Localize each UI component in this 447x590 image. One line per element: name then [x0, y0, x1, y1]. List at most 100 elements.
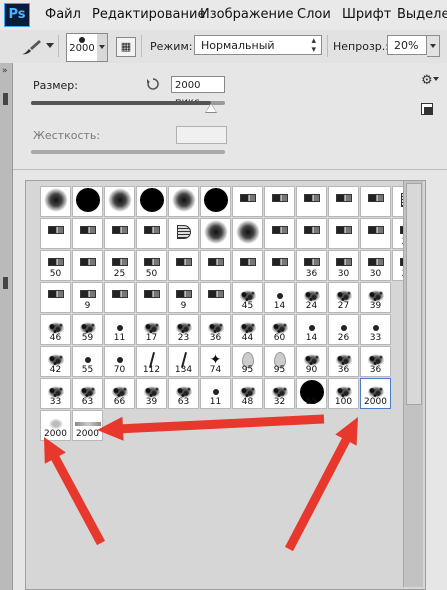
brush-preset-cell[interactable]: [264, 218, 295, 249]
brush-preset-cell[interactable]: 63: [168, 378, 199, 409]
brush-preset-cell[interactable]: 48: [232, 378, 263, 409]
brush-preset-cell[interactable]: [72, 250, 103, 281]
brush-preset-cell[interactable]: [104, 282, 135, 313]
grid-scrollbar[interactable]: [403, 181, 423, 587]
brush-preset-cell[interactable]: 50: [40, 250, 71, 281]
brush-preset-cell[interactable]: [200, 250, 231, 281]
brush-preset-cell[interactable]: 9: [168, 282, 199, 313]
brush-preset-cell[interactable]: 42: [40, 346, 71, 377]
tool-preset-arrow-icon[interactable]: [46, 43, 54, 48]
brush-preset-cell[interactable]: ✦ 74: [200, 346, 231, 377]
brush-preset-cell[interactable]: 11: [200, 378, 231, 409]
hardness-slider[interactable]: [31, 150, 225, 154]
brush-preset-cell[interactable]: [200, 186, 231, 217]
brush-preset-cell[interactable]: 30: [328, 250, 359, 281]
brush-preset-cell[interactable]: 95: [232, 346, 263, 377]
brush-preset-cell[interactable]: [104, 218, 135, 249]
brush-preset-cell[interactable]: 27: [328, 282, 359, 313]
brush-preset-cell[interactable]: [296, 186, 327, 217]
brush-preset-cell[interactable]: 2000: [360, 378, 391, 409]
brush-preset-cell[interactable]: [232, 186, 263, 217]
brush-preset-cell[interactable]: [168, 186, 199, 217]
brush-preset-cell[interactable]: [168, 250, 199, 281]
brush-preset-cell[interactable]: 23: [168, 314, 199, 345]
brush-preset-cell[interactable]: 46: [40, 314, 71, 345]
brush-preset-cell[interactable]: 25: [104, 250, 135, 281]
brush-preset-cell[interactable]: [360, 218, 391, 249]
brush-preset-cell[interactable]: [136, 282, 167, 313]
brush-preset-cell[interactable]: 14: [296, 314, 327, 345]
brush-preset-cell[interactable]: 11: [104, 314, 135, 345]
brush-preset-cell[interactable]: [40, 218, 71, 249]
menu-layers[interactable]: Слои: [297, 7, 331, 22]
brush-preset-cell[interactable]: 60: [264, 314, 295, 345]
brush-preset-cell[interactable]: 39: [360, 282, 391, 313]
opacity-dropdown[interactable]: [427, 35, 440, 57]
brush-preset-cell[interactable]: [296, 218, 327, 249]
brush-preset-cell[interactable]: 36: [360, 346, 391, 377]
brush-preset-cell[interactable]: [168, 218, 199, 249]
brush-preset-cell[interactable]: 63: [72, 378, 103, 409]
mode-select[interactable]: Нормальный ▴ ▾: [194, 35, 322, 55]
brush-preset-cell[interactable]: 100: [328, 378, 359, 409]
brush-preset-cell[interactable]: 50: [136, 250, 167, 281]
brush-preset-cell[interactable]: [264, 186, 295, 217]
menu-select[interactable]: Выделен: [397, 7, 447, 22]
brush-preset-cell[interactable]: 33: [360, 314, 391, 345]
brush-preset-cell[interactable]: 36: [200, 314, 231, 345]
hardness-input[interactable]: [176, 126, 227, 144]
brush-preset-cell[interactable]: 70: [104, 346, 135, 377]
brush-preset-cell[interactable]: 45: [232, 282, 263, 313]
brush-preset-cell[interactable]: [232, 218, 263, 249]
brush-preset-cell[interactable]: 39: [136, 378, 167, 409]
brush-preset-cell[interactable]: 66: [104, 378, 135, 409]
brush-preset-cell[interactable]: 95: [264, 346, 295, 377]
brush-preset-cell[interactable]: 17: [136, 314, 167, 345]
brush-preset-cell[interactable]: 90: [296, 346, 327, 377]
brush-preset-cell[interactable]: [72, 186, 103, 217]
grid-scroll-thumb[interactable]: [406, 183, 422, 405]
brush-preset-cell[interactable]: 14: [264, 282, 295, 313]
expand-chevron-icon[interactable]: »: [2, 66, 8, 76]
brush-preset-cell[interactable]: 36: [328, 346, 359, 377]
brush-preset-cell[interactable]: [264, 250, 295, 281]
opacity-input[interactable]: 20%: [387, 35, 427, 55]
menu-image[interactable]: Изображение: [200, 7, 293, 22]
brush-preset-cell[interactable]: [360, 186, 391, 217]
brush-preset-cell[interactable]: [328, 186, 359, 217]
brush-preset-cell[interactable]: [232, 250, 263, 281]
size-slider[interactable]: [31, 101, 225, 105]
brush-preset-cell[interactable]: 32: [264, 378, 295, 409]
gear-icon[interactable]: ⚙: [421, 73, 433, 88]
brush-preset-cell[interactable]: 36: [296, 250, 327, 281]
brush-preset-cell[interactable]: 26: [328, 314, 359, 345]
menu-edit[interactable]: Редактирование: [92, 7, 205, 22]
brush-tool-icon[interactable]: [20, 38, 42, 56]
brush-preset-cell[interactable]: 9: [72, 282, 103, 313]
brush-preset-cell[interactable]: [136, 218, 167, 249]
brush-preset-cell[interactable]: 33: [40, 378, 71, 409]
brush-preset-preview[interactable]: 2000: [66, 33, 98, 62]
brush-panel-toggle-icon[interactable]: ▦: [116, 37, 136, 57]
brush-preset-cell[interactable]: 59: [72, 314, 103, 345]
brush-preset-cell[interactable]: 2000: [40, 410, 71, 441]
brush-preset-cell[interactable]: [200, 218, 231, 249]
brush-preset-cell[interactable]: [200, 282, 231, 313]
brush-preset-cell[interactable]: 2000: [72, 410, 103, 441]
brush-preset-cell[interactable]: 112: [136, 346, 167, 377]
brush-preset-cell[interactable]: 44: [232, 314, 263, 345]
brush-preset-cell[interactable]: 24: [296, 282, 327, 313]
size-input[interactable]: 2000 пикс.: [171, 76, 225, 108]
brush-picker-dropdown[interactable]: [97, 33, 108, 62]
brush-preset-cell[interactable]: [72, 218, 103, 249]
brush-preset-cell[interactable]: [136, 186, 167, 217]
menu-type[interactable]: Шрифт: [342, 7, 391, 22]
brush-preset-cell[interactable]: [40, 282, 71, 313]
brush-preset-cell[interactable]: [104, 186, 135, 217]
brush-preset-cell[interactable]: [40, 186, 71, 217]
new-preset-icon[interactable]: [421, 103, 433, 115]
menu-file[interactable]: Файл: [45, 7, 81, 22]
brush-preset-cell[interactable]: [328, 218, 359, 249]
reset-size-icon[interactable]: [146, 77, 160, 91]
brush-preset-cell[interactable]: 55: [72, 346, 103, 377]
